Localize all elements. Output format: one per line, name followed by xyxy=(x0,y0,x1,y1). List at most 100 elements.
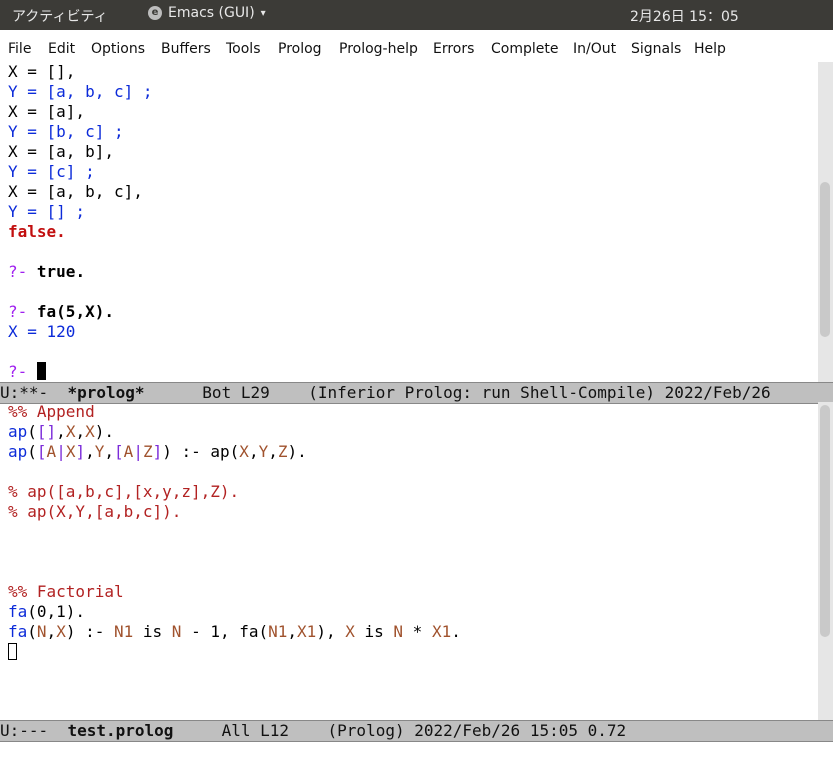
code-token: X1 xyxy=(431,622,452,641)
buffer-line xyxy=(0,462,818,482)
code-token: ) :- xyxy=(65,622,114,641)
code-token: ?- xyxy=(8,262,37,281)
menu-prolog[interactable]: Prolog xyxy=(278,41,322,57)
text-cursor xyxy=(36,362,46,380)
menu-signals[interactable]: Signals xyxy=(631,41,681,57)
code-token: ap xyxy=(8,422,28,441)
app-menu-label: Emacs (GUI) xyxy=(168,5,255,21)
code-token: is xyxy=(133,622,172,641)
code-token: . xyxy=(451,622,461,641)
buffer-line xyxy=(0,562,818,582)
code-token: | xyxy=(56,442,66,461)
code-token: fa xyxy=(8,622,28,641)
menu-in-out[interactable]: In/Out xyxy=(573,41,616,57)
menu-prolog-help[interactable]: Prolog-help xyxy=(339,41,418,57)
buffer-line: ?- fa(5,X). xyxy=(0,302,818,322)
buffer-line: ap([],X,X). xyxy=(0,422,818,442)
buffer-line: Y = [c] ; xyxy=(0,162,818,182)
file-scroll-thumb[interactable] xyxy=(820,405,830,637)
code-token: , xyxy=(268,442,278,461)
menu-file[interactable]: File xyxy=(8,41,31,57)
code-token: % ap(X,Y,[a,b,c]). xyxy=(8,502,182,521)
activities-button[interactable]: アクティビティ xyxy=(12,6,108,26)
buffer-line: %% Append xyxy=(0,402,818,422)
buffer-line xyxy=(0,542,818,562)
code-token: Z xyxy=(142,442,153,461)
code-token: ap xyxy=(8,442,28,461)
file-mode-line: U:--- test.prolog All L12 (Prolog) 2022/… xyxy=(0,720,833,742)
buffer-line: % ap(X,Y,[a,b,c]). xyxy=(0,502,818,522)
code-token: N1 xyxy=(268,622,288,641)
buffer-line: X = [a, b], xyxy=(0,142,818,162)
menu-edit[interactable]: Edit xyxy=(48,41,75,57)
menu-tools[interactable]: Tools xyxy=(226,41,261,57)
code-token: , xyxy=(248,442,259,461)
buffer-line: Y = [a, b, c] ; xyxy=(0,82,818,102)
code-token: is xyxy=(354,622,394,641)
echo-area xyxy=(0,742,833,768)
code-token: [ xyxy=(36,442,47,461)
modeline-status: U:**- xyxy=(0,383,68,402)
code-token: , xyxy=(287,622,298,641)
clock[interactable]: 2月26日 15：05 xyxy=(630,6,739,26)
code-token: ). xyxy=(287,442,307,461)
code-token: A xyxy=(46,442,57,461)
code-token: ( xyxy=(27,422,37,441)
code-token: %% Append xyxy=(8,402,95,421)
code-token: N xyxy=(393,622,404,641)
modeline-info: Bot L29 (Inferior Prolog: run Shell-Comp… xyxy=(144,383,771,402)
buffer-line: ?- xyxy=(0,362,818,382)
buffer-line: ap([A|X],Y,[A|Z]) :- ap(X,Y,Z). xyxy=(0,442,818,462)
code-token: Y xyxy=(258,442,269,461)
code-token: , xyxy=(46,622,57,641)
code-token: X = [a], xyxy=(8,102,86,121)
buffer-line xyxy=(0,642,818,662)
buffer-line: X = [a, b, c], xyxy=(0,182,818,202)
prolog-scroll-thumb[interactable] xyxy=(820,182,830,337)
buffer-line xyxy=(0,242,818,262)
code-token: X = [a, b], xyxy=(8,142,114,161)
buffer-line: % ap([a,b,c],[x,y,z],Z). xyxy=(0,482,818,502)
code-token: X = [a, b, c], xyxy=(8,182,143,201)
buffer-line xyxy=(0,282,818,302)
code-token: ?- xyxy=(8,302,37,321)
menu-help[interactable]: Help xyxy=(694,41,726,57)
buffer-line: X = 120 xyxy=(0,322,818,342)
code-token: fa xyxy=(8,602,28,621)
buffer-line xyxy=(0,522,818,542)
modeline-buffer-name[interactable]: test.prolog xyxy=(67,721,173,740)
code-token: N xyxy=(171,622,182,641)
code-token: X xyxy=(239,442,249,461)
menu-buffers[interactable]: Buffers xyxy=(161,41,211,57)
menu-options[interactable]: Options xyxy=(91,41,145,57)
code-token: ( xyxy=(27,442,37,461)
code-token: X = [], xyxy=(8,62,76,81)
code-token: X xyxy=(65,422,76,441)
code-token: %% Factorial xyxy=(8,582,124,601)
code-token: N xyxy=(36,622,47,641)
code-token: ] xyxy=(152,442,163,461)
test-prolog-buffer[interactable]: %% Append ap([],X,X). ap([A|X],Y,[A|Z]) :-… xyxy=(0,402,818,720)
buffer-line: fa(0,1). xyxy=(0,602,818,622)
code-token: ] xyxy=(75,442,86,461)
buffer-line: ?- true. xyxy=(0,262,818,282)
menu-complete[interactable]: Complete xyxy=(491,41,558,57)
code-token: Y = [] ; xyxy=(8,202,86,221)
code-token: false. xyxy=(8,222,66,241)
file-buffer-scrollbar[interactable] xyxy=(818,402,833,720)
code-token: X1 xyxy=(297,622,317,641)
prolog-buffer-scrollbar[interactable] xyxy=(818,62,833,382)
code-token: , xyxy=(75,422,86,441)
app-menu[interactable]: e Emacs (GUI) ▾ xyxy=(148,5,266,21)
buffer-line: fa(N,X) :- N1 is N - 1, fa(N1,X1), X is … xyxy=(0,622,818,642)
emacs-menu-bar: File Edit Options Buffers Tools Prolog P… xyxy=(0,39,833,61)
code-token: , xyxy=(85,442,95,461)
buffer-line: Y = [b, c] ; xyxy=(0,122,818,142)
prolog-repl-buffer[interactable]: X = [], Y = [a, b, c] ; X = [a], Y = [b, c]… xyxy=(0,62,818,382)
modeline-info: All L12 (Prolog) 2022/Feb/26 15:05 0.72 xyxy=(173,721,627,740)
menu-errors[interactable]: Errors xyxy=(433,41,474,57)
modeline-buffer-name[interactable]: *prolog* xyxy=(67,383,144,402)
buffer-line: X = [a], xyxy=(0,102,818,122)
code-token: ) :- ap( xyxy=(162,442,240,461)
code-token: , xyxy=(56,422,66,441)
